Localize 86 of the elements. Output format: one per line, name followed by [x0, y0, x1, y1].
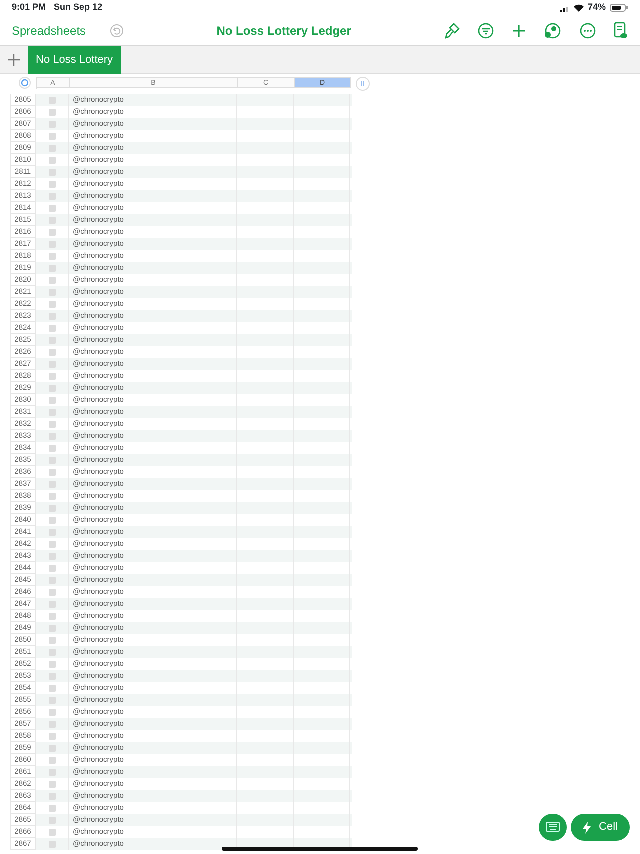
checkbox[interactable]	[48, 228, 56, 236]
more-icon[interactable]	[580, 22, 596, 38]
checkbox[interactable]	[48, 432, 56, 440]
checkbox[interactable]	[48, 408, 56, 416]
checkbox[interactable]	[48, 828, 56, 836]
checkbox[interactable]	[48, 600, 56, 608]
checkbox[interactable]	[48, 576, 56, 584]
add-sheet-icon[interactable]	[8, 54, 20, 66]
checkbox[interactable]	[48, 840, 56, 848]
checkbox[interactable]	[48, 792, 56, 800]
collaborate-icon[interactable]	[544, 22, 562, 38]
checkbox[interactable]	[48, 636, 56, 644]
checkbox[interactable]	[48, 468, 56, 476]
plus-icon[interactable]	[512, 24, 526, 38]
checkbox[interactable]	[48, 660, 56, 668]
checkbox[interactable]	[48, 312, 56, 320]
checkbox[interactable]	[48, 204, 56, 212]
checkbox[interactable]	[48, 384, 56, 392]
checkbox[interactable]	[48, 300, 56, 308]
battery-icon	[610, 4, 628, 12]
checkbox[interactable]	[48, 564, 56, 572]
checkbox[interactable]	[48, 648, 56, 656]
checkbox[interactable]	[48, 324, 56, 332]
keyboard-icon	[546, 822, 560, 832]
checkbox[interactable]	[48, 252, 56, 260]
checkbox[interactable]	[48, 456, 56, 464]
checkbox[interactable]	[48, 552, 56, 560]
checkbox[interactable]	[48, 504, 56, 512]
checkbox[interactable]	[48, 732, 56, 740]
checkbox[interactable]	[48, 444, 56, 452]
checkbox[interactable]	[48, 816, 56, 824]
checkbox[interactable]	[48, 588, 56, 596]
checkbox[interactable]	[48, 336, 56, 344]
checkbox[interactable]	[48, 240, 56, 248]
checkbox[interactable]	[48, 360, 56, 368]
checkbox[interactable]	[48, 624, 56, 632]
status-date: Sun Sep 12	[54, 1, 103, 14]
signal-icon	[560, 4, 570, 12]
cell-button[interactable]: Cell	[571, 814, 630, 841]
undo-icon[interactable]	[110, 24, 124, 38]
status-time: 9:01 PM	[12, 1, 46, 14]
checkbox[interactable]	[48, 144, 56, 152]
checkbox[interactable]	[48, 108, 56, 116]
checkbox[interactable]	[48, 804, 56, 812]
checkbox[interactable]	[48, 492, 56, 500]
checkbox[interactable]	[48, 192, 56, 200]
document-title: No Loss Lottery Ledger	[216, 22, 352, 40]
checkbox[interactable]	[48, 180, 56, 188]
checkbox[interactable]	[48, 744, 56, 752]
checkbox[interactable]	[48, 420, 56, 428]
checkbox[interactable]	[48, 696, 56, 704]
column-handle-icon[interactable]	[356, 77, 370, 91]
filter-icon[interactable]	[478, 22, 494, 38]
checkbox[interactable]	[48, 348, 56, 356]
checkbox[interactable]	[48, 396, 56, 404]
sheet-tab[interactable]: No Loss Lottery	[28, 46, 122, 74]
lightning-icon	[583, 822, 592, 834]
checkbox[interactable]	[48, 96, 56, 104]
checkbox[interactable]	[48, 720, 56, 728]
wifi-icon	[574, 4, 584, 12]
checkbox[interactable]	[48, 264, 56, 272]
checkbox[interactable]	[48, 528, 56, 536]
paintbrush-icon[interactable]	[444, 22, 460, 38]
checkbox[interactable]	[48, 708, 56, 716]
back-link[interactable]: Spreadsheets	[12, 22, 86, 40]
checkbox[interactable]	[48, 768, 56, 776]
checkbox[interactable]	[48, 288, 56, 296]
checkbox[interactable]	[48, 168, 56, 176]
checkbox[interactable]	[48, 372, 56, 380]
checkbox[interactable]	[48, 480, 56, 488]
checkbox[interactable]	[48, 276, 56, 284]
checkbox[interactable]	[48, 540, 56, 548]
checkbox[interactable]	[48, 516, 56, 524]
checkbox[interactable]	[48, 672, 56, 680]
checkbox[interactable]	[48, 684, 56, 692]
keyboard-button[interactable]	[539, 814, 567, 841]
document-view-icon[interactable]	[614, 22, 628, 40]
checkbox[interactable]	[48, 156, 56, 164]
checkbox[interactable]	[48, 612, 56, 620]
checkbox[interactable]	[48, 756, 56, 764]
checkbox[interactable]	[48, 216, 56, 224]
battery-percent: 74%	[588, 1, 606, 14]
select-all-icon[interactable]	[19, 77, 31, 89]
checkbox[interactable]	[48, 780, 56, 788]
checkbox[interactable]	[48, 120, 56, 128]
checkbox[interactable]	[48, 132, 56, 140]
